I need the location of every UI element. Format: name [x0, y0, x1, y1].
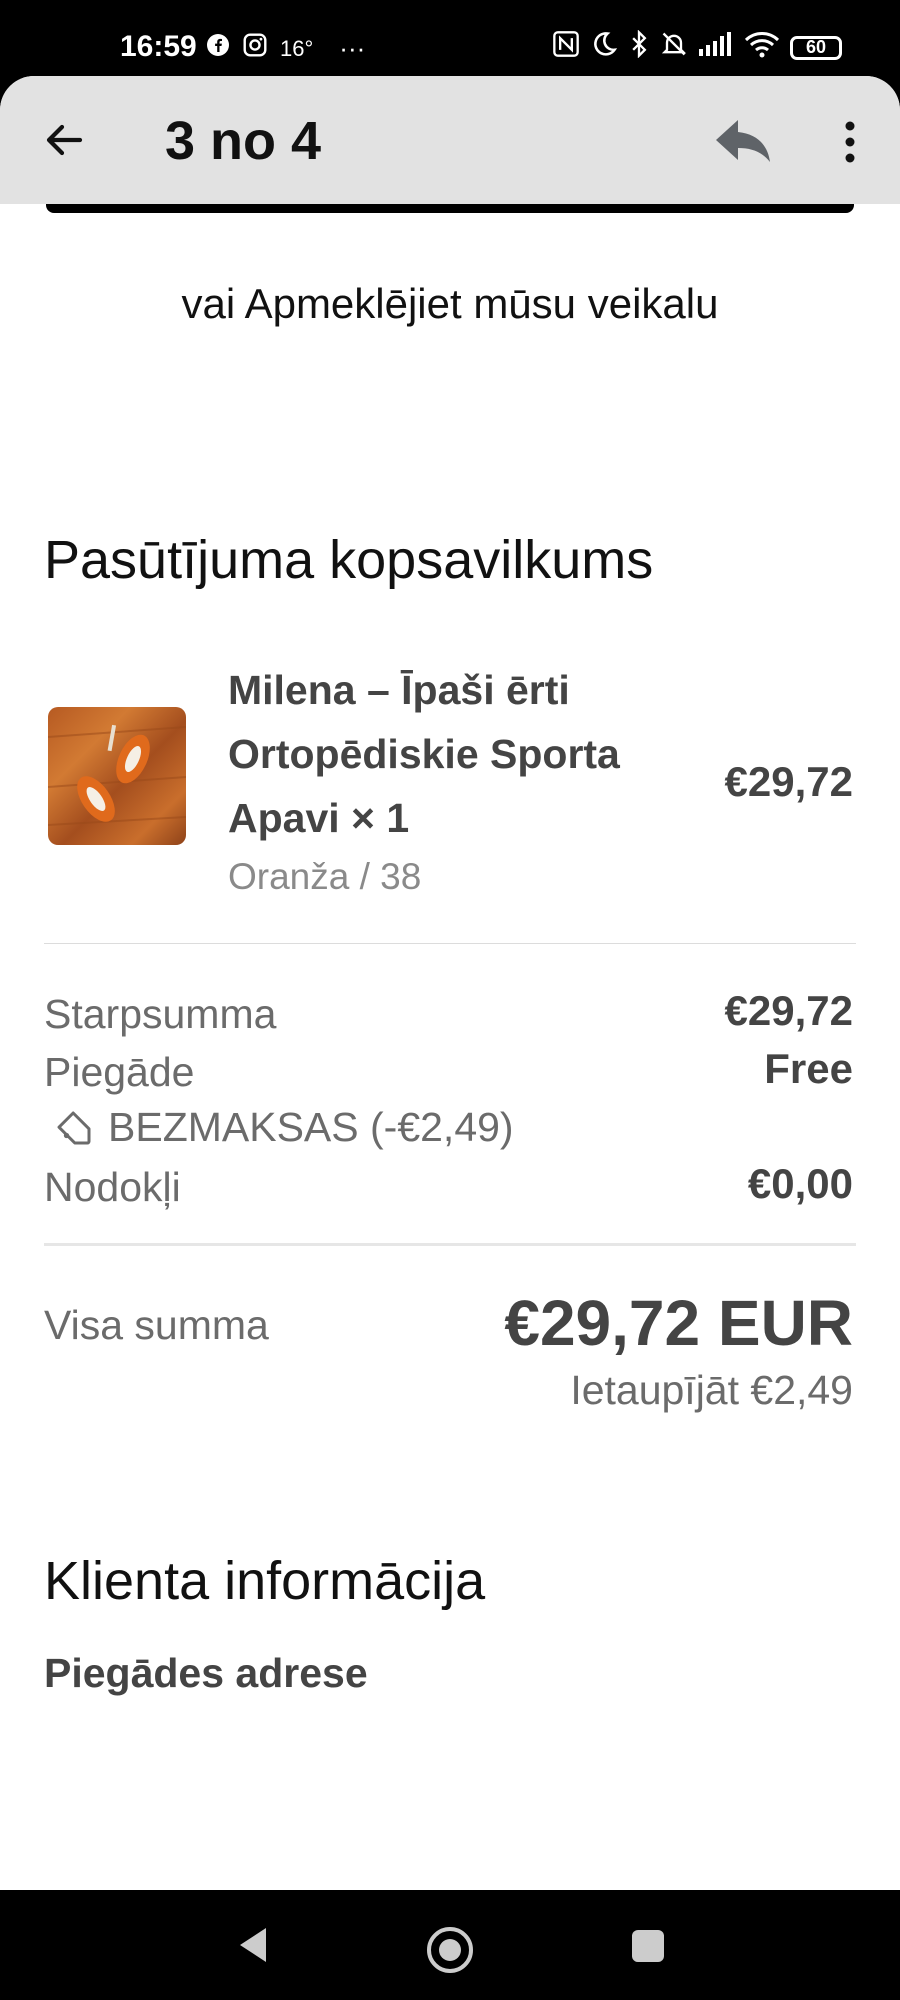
total-label: Visa summa	[44, 1302, 269, 1348]
status-bar: 16:59 16° ··· 60	[0, 0, 900, 76]
wifi-icon	[744, 30, 780, 65]
visit-store-link[interactable]: vai Apmeklējiet mūsu veikalu	[0, 280, 900, 328]
email-viewer-sheet: 3 no 4 vai Apmeklējiet mūsu veikalu Pasū…	[0, 76, 900, 1890]
muted-bell-icon	[660, 30, 688, 65]
message-counter-title: 3 no 4	[165, 111, 322, 171]
shipping-value: Free	[764, 1045, 853, 1092]
email-body: vai Apmeklējiet mūsu veikalu Pasūtījuma …	[0, 184, 900, 1890]
temperature-indicator: 16°	[280, 35, 314, 61]
instagram-icon	[242, 32, 268, 65]
reply-button[interactable]	[712, 112, 774, 168]
system-icons: 60	[552, 29, 842, 65]
product-name: Milena – Īpaši ērti Ortopēdiskie Sporta …	[228, 667, 620, 841]
subtotal-label: Starpsumma	[44, 991, 277, 1037]
product-price: €29,72	[724, 758, 853, 805]
discount-tag-icon	[57, 1111, 91, 1144]
order-summary-heading: Pasūtījuma kopsavilkums	[44, 530, 654, 590]
back-arrow-icon	[46, 124, 83, 156]
subtotal-value: €29,72	[724, 987, 853, 1034]
notification-icons: 16° ···	[206, 32, 365, 65]
total-value: €29,72 EUR	[504, 1287, 853, 1359]
product-image	[48, 707, 186, 845]
battery-icon: 60	[790, 35, 842, 60]
nfc-icon	[552, 30, 580, 65]
discount-row: BEZMAKSAS (-€2,49)	[54, 1104, 514, 1151]
triangle-back-icon	[240, 1928, 266, 1962]
divider	[44, 943, 856, 944]
shipping-label: Piegāde	[44, 1049, 195, 1095]
taxes-value: €0,00	[747, 1160, 853, 1207]
nav-recent-apps-button[interactable]	[632, 1930, 664, 1962]
signal-strength-icon	[698, 31, 734, 64]
nav-back-button[interactable]	[236, 1925, 270, 1970]
system-navigation-bar	[0, 1890, 900, 2000]
savings-text: Ietaupījāt €2,49	[570, 1367, 853, 1413]
product-variant: Oranža / 38	[228, 856, 422, 897]
customer-info-heading: Klienta informācija	[44, 1551, 486, 1611]
divider	[44, 1243, 856, 1246]
bluetooth-icon	[628, 29, 650, 65]
more-notifications-icon: ···	[339, 33, 366, 63]
circle-home-icon	[427, 1927, 473, 1973]
nav-home-button[interactable]	[425, 1925, 475, 1980]
shipping-address-label: Piegādes adrese	[44, 1650, 368, 1696]
reply-arrow-icon	[716, 120, 770, 162]
status-time: 16:59	[120, 30, 197, 63]
more-vertical-icon	[845, 121, 855, 163]
do-not-disturb-moon-icon	[590, 30, 618, 65]
back-button[interactable]	[40, 116, 88, 164]
app-bar: 3 no 4	[0, 76, 900, 204]
more-options-button[interactable]	[830, 116, 870, 168]
discount-label: BEZMAKSAS (-€2,49)	[108, 1104, 514, 1150]
taxes-label: Nodokļi	[44, 1164, 181, 1210]
facebook-icon	[206, 33, 230, 64]
